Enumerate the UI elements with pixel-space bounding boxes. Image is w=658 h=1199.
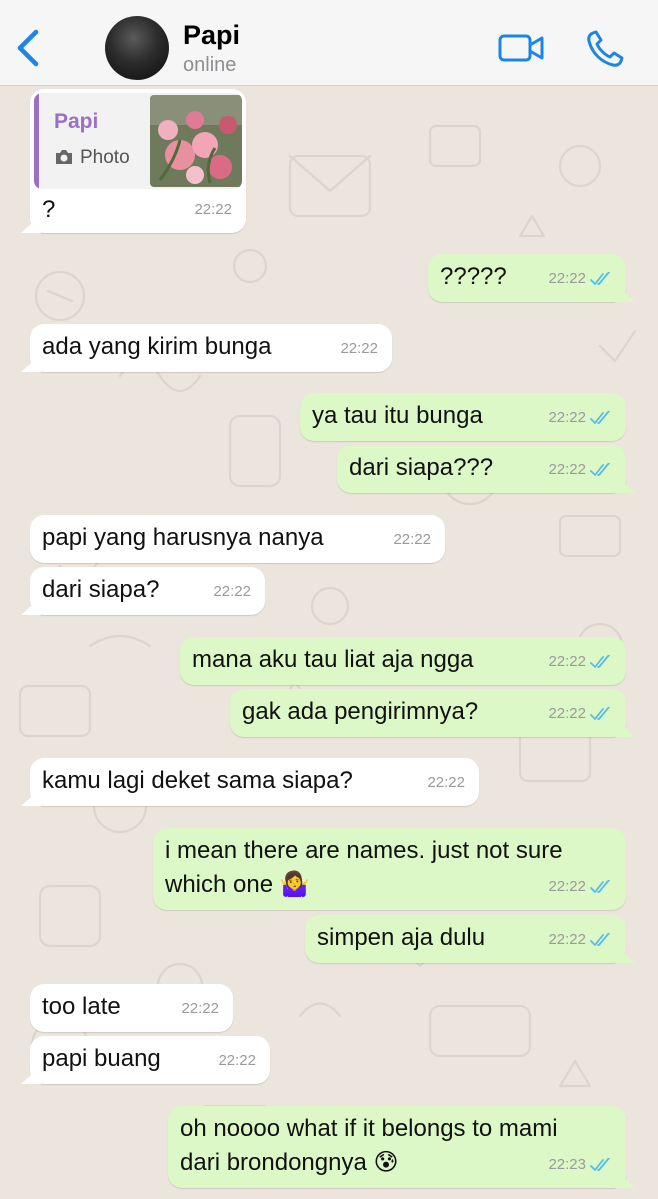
message-text: ya tau itu bunga <box>312 402 483 429</box>
message-time: 22:22 <box>548 409 586 426</box>
message-meta: 22:22 <box>548 262 612 296</box>
message-meta: 22:22 <box>548 645 612 679</box>
message-text-line1: oh noooo what if it belongs to mami <box>180 1115 558 1142</box>
message-meta: 22:22 <box>548 923 612 957</box>
message-text: ????? <box>440 263 507 290</box>
message-text: simpen aja dulu <box>317 924 486 951</box>
message-time: 22:22 <box>213 583 251 600</box>
message-text-line1: i mean there are names. just not sure <box>165 837 563 864</box>
message-bubble-outgoing[interactable]: dari siapa??? 22:22 <box>337 445 626 493</box>
message-time: 22:23 <box>548 1156 586 1173</box>
message-time: 22:22 <box>548 653 586 670</box>
read-receipt-icon <box>590 707 610 720</box>
message-time: 22:22 <box>548 878 586 895</box>
message-time: 22:22 <box>181 1000 219 1017</box>
message-bubble-outgoing[interactable]: oh noooo what if it belongs to mami dari… <box>168 1106 626 1188</box>
message-meta: 22:22 <box>548 401 612 435</box>
message-text: dari siapa??? <box>349 454 494 481</box>
contact-status: online <box>183 54 237 76</box>
message-text: gak ada pengirimnya? <box>242 698 479 725</box>
message-bubble-incoming[interactable]: dari siapa? 22:22 <box>30 567 265 615</box>
message-bubble-incoming[interactable]: papi yang harusnya nanya 22:22 <box>30 515 445 563</box>
quoted-media-label: Photo <box>80 147 130 168</box>
message-text: kamu lagi deket sama siapa? <box>42 767 353 794</box>
read-receipt-icon <box>590 463 610 476</box>
message-text: mana aku tau liat aja ngga <box>192 646 474 673</box>
contact-name[interactable]: Papi <box>183 20 240 51</box>
phone-icon[interactable] <box>584 28 626 70</box>
message-text-line2: dari brondongnya 😰 <box>180 1149 399 1176</box>
message-time: 22:22 <box>548 270 586 287</box>
read-receipt-icon <box>590 1158 610 1171</box>
message-meta: 22:22 <box>548 453 612 487</box>
message-bubble-incoming[interactable]: papi buang 22:22 <box>30 1036 270 1084</box>
message-time: 22:22 <box>427 774 465 791</box>
message-text-line2: which one 🤷‍♀️ <box>165 871 310 898</box>
flower-photo-thumbnail[interactable] <box>150 95 242 187</box>
message-time: 22:22 <box>393 531 431 548</box>
message-text: too late <box>42 993 121 1020</box>
message-time: 22:22 <box>548 461 586 478</box>
message-meta: 22:22 <box>218 1044 256 1078</box>
chat-header: Papi online <box>0 0 658 86</box>
read-receipt-icon <box>590 411 610 424</box>
message-time: 22:22 <box>218 1052 256 1069</box>
read-receipt-icon <box>590 272 610 285</box>
read-receipt-icon <box>590 933 610 946</box>
message-meta: 22:22 <box>194 193 232 227</box>
read-receipt-icon <box>590 655 610 668</box>
message-meta: 22:22 <box>213 575 251 609</box>
message-text: ada yang kirim bunga <box>42 333 272 360</box>
message-meta: 22:22 <box>548 697 612 731</box>
quoted-message[interactable]: Papi Photo <box>34 93 242 189</box>
camera-icon <box>56 150 72 164</box>
message-bubble-incoming[interactable]: too late 22:22 <box>30 984 233 1032</box>
message-time: 22:22 <box>340 340 378 357</box>
message-text: papi buang <box>42 1045 161 1072</box>
message-meta: 22:23 <box>548 1148 612 1182</box>
message-meta: 22:22 <box>393 523 431 557</box>
message-bubble-outgoing[interactable]: gak ada pengirimnya? 22:22 <box>230 689 626 737</box>
video-camera-icon[interactable] <box>497 30 545 66</box>
quoted-sender: Papi <box>54 110 99 133</box>
message-time: 22:22 <box>194 201 232 218</box>
message-bubble-incoming[interactable]: kamu lagi deket sama siapa? 22:22 <box>30 758 479 806</box>
message-meta: 22:22 <box>548 870 612 904</box>
read-receipt-icon <box>590 880 610 893</box>
message-bubble-outgoing[interactable]: ????? 22:22 <box>428 254 626 302</box>
avatar[interactable] <box>105 16 169 80</box>
message-bubble-outgoing[interactable]: i mean there are names. just not sure wh… <box>153 828 626 910</box>
message-text: dari siapa? <box>42 576 160 603</box>
message-bubble-outgoing[interactable]: mana aku tau liat aja ngga 22:22 <box>180 637 626 685</box>
message-time: 22:22 <box>548 931 586 948</box>
message-bubble-outgoing[interactable]: simpen aja dulu 22:22 <box>305 915 626 963</box>
chevron-left-icon[interactable] <box>8 26 48 70</box>
message-meta: 22:22 <box>427 766 465 800</box>
quote-accent-bar <box>34 93 39 189</box>
chat-area[interactable]: Papi Photo ? 22:22 ????? 22:22 ada yang … <box>0 86 658 1199</box>
message-text: papi yang harusnya nanya <box>42 524 324 551</box>
message-bubble-incoming[interactable]: Papi Photo ? 22:22 <box>30 89 246 233</box>
message-time: 22:22 <box>548 705 586 722</box>
message-meta: 22:22 <box>340 332 378 366</box>
message-bubble-outgoing[interactable]: ya tau itu bunga 22:22 <box>300 393 626 441</box>
message-meta: 22:22 <box>181 992 219 1026</box>
message-text: ? <box>42 196 56 223</box>
message-bubble-incoming[interactable]: ada yang kirim bunga 22:22 <box>30 324 392 372</box>
